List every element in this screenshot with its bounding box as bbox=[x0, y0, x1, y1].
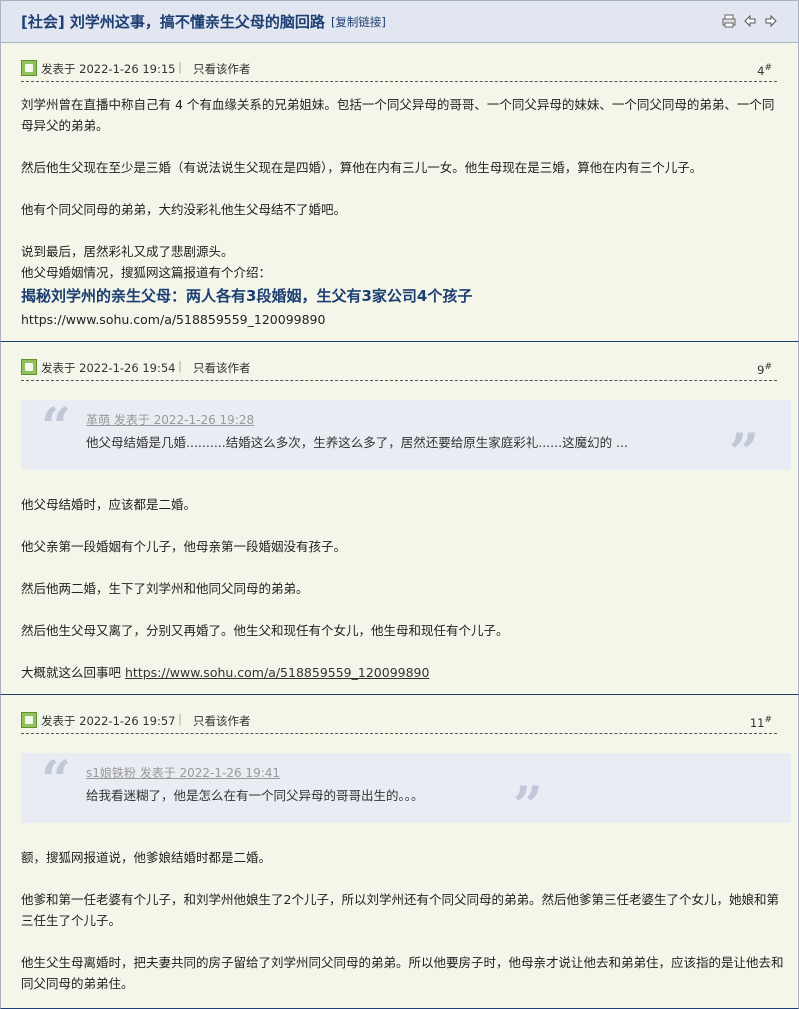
post-paragraph: 说到最后，居然彩礼又成了悲剧源头。 bbox=[21, 244, 234, 259]
thread-title: [社会] 刘学州这事，搞不懂亲生父母的脑回路 bbox=[21, 13, 325, 31]
avatar-icon[interactable] bbox=[21, 712, 37, 728]
meta-separator: | bbox=[178, 359, 182, 373]
post-meta: 发表于 2022-1-26 19:54 | 只看该作者 9# bbox=[21, 356, 777, 381]
quote-block: “ 革萌 发表于 2022-1-26 19:28 他父母结婚是几婚.......… bbox=[21, 397, 791, 480]
post-paragraph: 然后他生父母又离了，分别又再婚了。他生父和现任有个女儿，他生母和现任有个儿子。 bbox=[21, 623, 509, 638]
only-author-link[interactable]: 只看该作者 bbox=[193, 713, 251, 729]
post-paragraph: 他爹和第一任老婆有个儿子，和刘学州他娘生了2个儿子，所以刘学州还有个同父同母的弟… bbox=[21, 892, 779, 928]
post-meta: 发表于 2022-1-26 19:57 | 只看该作者 11# bbox=[21, 709, 777, 734]
post-paragraph: 他父母婚姻情况，搜狐网这篇报道有个介绍： bbox=[21, 265, 272, 280]
post-paragraph: 刘学州曾在直播中称自己有 4 个有血缘关系的兄弟姐妹。包括一个同父异母的哥哥、一… bbox=[21, 97, 775, 133]
post-time: 发表于 2022-1-26 19:54 bbox=[41, 361, 176, 375]
post-content: 他父母结婚时，应该都是二婚。 他父亲第一段婚姻有个儿子，他母亲第一段婚姻没有孩子… bbox=[21, 494, 786, 683]
open-quote-icon: “ bbox=[41, 397, 71, 458]
quote-author-link[interactable]: s1娘铁粉 发表于 2022-1-26 19:41 bbox=[86, 764, 280, 781]
post-time: 发表于 2022-1-26 19:57 bbox=[41, 714, 176, 728]
close-quote-icon: ” bbox=[729, 423, 759, 484]
thread-header: [社会] 刘学州这事，搞不懂亲生父母的脑回路 [复制链接] bbox=[0, 0, 799, 43]
post-meta: 发表于 2022-1-26 19:15 | 只看该作者 4# bbox=[21, 57, 777, 82]
post-paragraph: 他父亲第一段婚姻有个儿子，他母亲第一段婚姻没有孩子。 bbox=[21, 539, 347, 554]
meta-separator: | bbox=[178, 60, 182, 74]
avatar-icon[interactable] bbox=[21, 60, 37, 76]
close-quote-icon: ” bbox=[513, 776, 543, 837]
quote-author-link[interactable]: 革萌 发表于 2022-1-26 19:28 bbox=[86, 411, 254, 428]
post-content: 刘学州曾在直播中称自己有 4 个有血缘关系的兄弟姐妹。包括一个同父异母的哥哥、一… bbox=[21, 94, 786, 330]
post-paragraph: 他生父生母离婚时，把夫妻共同的房子留给了刘学州同父同母的弟弟。所以他要房子时，他… bbox=[21, 955, 784, 991]
post-paragraph: 然后他两二婚，生下了刘学州和他同父同母的弟弟。 bbox=[21, 581, 309, 596]
only-author-link[interactable]: 只看该作者 bbox=[193, 61, 251, 77]
post-paragraph: 他有个同父同母的弟弟，大约没彩礼他生父母结不了婚吧。 bbox=[21, 202, 347, 217]
floor-number[interactable]: 4# bbox=[757, 63, 772, 78]
next-thread-icon[interactable] bbox=[764, 14, 778, 28]
prev-thread-icon[interactable] bbox=[743, 14, 757, 28]
post-4: 发表于 2022-1-26 19:15 | 只看该作者 4# 刘学州曾在直播中称… bbox=[0, 43, 799, 342]
floor-number[interactable]: 11# bbox=[750, 715, 772, 730]
quote-text: 他父母结婚是几婚..........结婚这么多次，生养这么多了，居然还要给原生家… bbox=[86, 435, 628, 450]
thread-tools bbox=[722, 14, 778, 28]
quote-block: “ s1娘铁粉 发表于 2022-1-26 19:41 给我看迷糊了，他是怎么在… bbox=[21, 750, 791, 833]
quote-text: 给我看迷糊了，他是怎么在有一个同父异母的哥哥出生的。。。 bbox=[86, 788, 424, 803]
meta-separator: | bbox=[178, 712, 182, 726]
post-paragraph: 额，搜狐网报道说，他爹娘结婚时都是二婚。 bbox=[21, 850, 272, 865]
post-paragraph: 他父母结婚时，应该都是二婚。 bbox=[21, 497, 197, 512]
article-link[interactable]: https://www.sohu.com/a/518859559_1200998… bbox=[125, 665, 429, 680]
post-content: 额，搜狐网报道说，他爹娘结婚时都是二婚。 他爹和第一任老婆有个儿子，和刘学州他娘… bbox=[21, 847, 786, 994]
print-icon[interactable] bbox=[722, 14, 736, 28]
article-headline: 揭秘刘学州的亲生父母：两人各有3段婚姻，生父有3家公司4个孩子 bbox=[21, 287, 473, 305]
floor-number[interactable]: 9# bbox=[757, 362, 772, 377]
article-url: https://www.sohu.com/a/518859559_1200998… bbox=[21, 312, 326, 327]
post-time: 发表于 2022-1-26 19:15 bbox=[41, 62, 176, 76]
post-9: 发表于 2022-1-26 19:54 | 只看该作者 9# “ 革萌 发表于 … bbox=[0, 342, 799, 695]
copy-link-button[interactable]: [复制链接] bbox=[331, 14, 386, 30]
only-author-link[interactable]: 只看该作者 bbox=[193, 360, 251, 376]
avatar-icon[interactable] bbox=[21, 359, 37, 375]
post-paragraph: 大概就这么回事吧 https://www.sohu.com/a/51885955… bbox=[21, 665, 430, 680]
open-quote-icon: “ bbox=[41, 750, 71, 811]
post-11: 发表于 2022-1-26 19:57 | 只看该作者 11# “ s1娘铁粉 … bbox=[0, 695, 799, 1009]
post-paragraph: 然后他生父现在至少是三婚（有说法说生父现在是四婚），算他在内有三儿一女。他生母现… bbox=[21, 160, 703, 175]
